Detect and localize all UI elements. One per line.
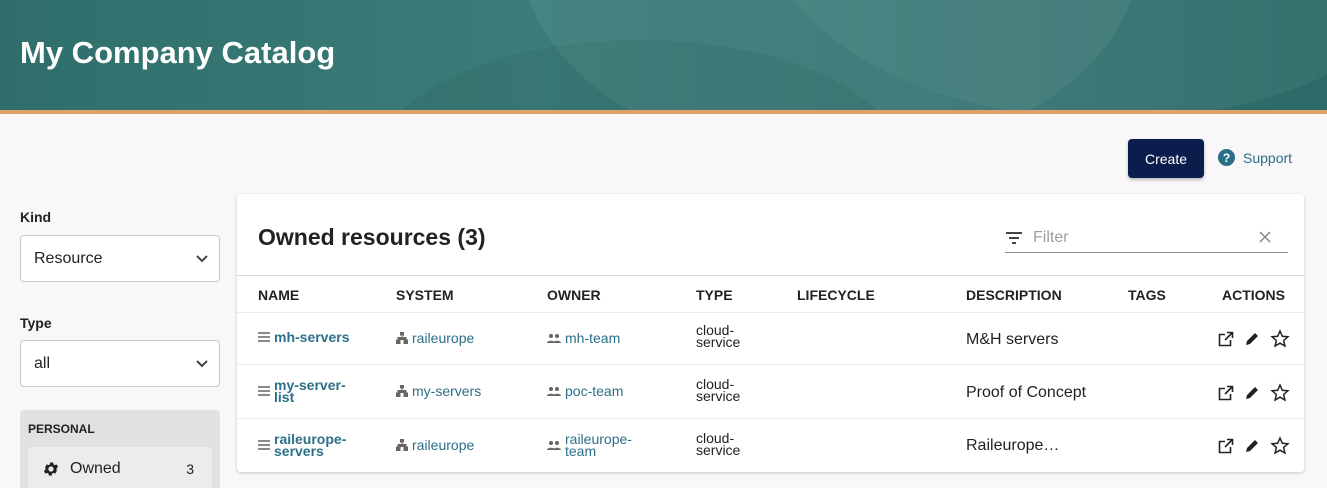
row-actions (1218, 383, 1290, 403)
system-link[interactable]: raileurope (412, 437, 474, 453)
owner-cell[interactable]: mh-team (547, 330, 620, 346)
column-header-owner[interactable]: OWNER (547, 287, 601, 303)
system-cell[interactable]: my-servers (396, 383, 481, 399)
type-text: service (696, 388, 741, 404)
column-header-name[interactable]: NAME (258, 287, 299, 303)
star-outline-icon[interactable] (1270, 383, 1290, 403)
edit-icon[interactable] (1244, 438, 1260, 454)
personal-filter-group: PERSONAL Owned 3 (20, 410, 220, 488)
filter-icon (1006, 231, 1022, 244)
create-button[interactable]: Create (1128, 139, 1204, 178)
edit-icon[interactable] (1244, 331, 1260, 347)
description-cell: M&H servers (966, 331, 1059, 348)
page-title: My Company Catalog (20, 35, 336, 70)
resources-table-card: Owned resources (3) NAME SYSTEM OWNER TY… (237, 194, 1304, 472)
owner-link[interactable]: poc-team (565, 383, 623, 399)
row-divider (237, 312, 1304, 313)
type-cell: cloud- service (696, 323, 741, 350)
type-text: service (696, 334, 741, 350)
column-header-system[interactable]: SYSTEM (396, 287, 454, 303)
table-title: Owned resources (3) (258, 224, 486, 250)
page-header: My Company Catalog (0, 0, 1327, 110)
column-header-actions: ACTIONS (1222, 287, 1285, 303)
header-accent-stripe (0, 110, 1327, 114)
row-divider (237, 364, 1304, 365)
type-text: service (696, 442, 741, 458)
chevron-down-icon (196, 360, 208, 368)
owned-count: 3 (186, 461, 194, 477)
open-in-new-icon[interactable] (1218, 331, 1234, 347)
system-cell[interactable]: raileurope (396, 437, 474, 453)
system-cell[interactable]: raileurope (396, 330, 474, 346)
group-icon (547, 441, 561, 450)
open-in-new-icon[interactable] (1218, 438, 1234, 454)
system-icon (396, 439, 408, 451)
owned-label: Owned (70, 460, 121, 477)
system-icon (396, 385, 408, 397)
list-icon (258, 332, 270, 342)
row-actions (1218, 329, 1290, 349)
group-icon (547, 387, 561, 396)
name-cell[interactable]: my-server- list (258, 378, 346, 404)
owner-link[interactable]: mh-team (565, 330, 620, 346)
name-cell[interactable]: raileurope- servers (258, 432, 346, 458)
kind-select-value: Resource (34, 249, 103, 267)
help-icon: ? (1218, 149, 1235, 166)
support-label: Support (1243, 149, 1293, 166)
filter-field[interactable] (1005, 223, 1288, 253)
owned-filter-item[interactable]: Owned 3 (28, 447, 212, 488)
column-header-type[interactable]: TYPE (696, 287, 733, 303)
edit-icon[interactable] (1244, 385, 1260, 401)
personal-label: PERSONAL (28, 422, 95, 436)
gear-icon (43, 462, 59, 476)
kind-select[interactable]: Resource (20, 235, 220, 282)
type-cell: cloud- service (696, 377, 741, 404)
type-cell: cloud- service (696, 431, 741, 458)
open-in-new-icon[interactable] (1218, 385, 1234, 401)
kind-label: Kind (20, 209, 52, 225)
list-icon (258, 386, 270, 396)
group-icon (547, 334, 561, 343)
header-divider (237, 275, 1304, 276)
system-link[interactable]: raileurope (412, 330, 474, 346)
list-icon (258, 440, 270, 450)
chevron-down-icon (196, 255, 208, 263)
system-link[interactable]: my-servers (412, 383, 481, 399)
description-cell: Proof of Concept (966, 384, 1087, 401)
row-divider (237, 418, 1304, 419)
column-header-lifecycle[interactable]: LIFECYCLE (797, 287, 875, 303)
clear-icon[interactable] (1258, 230, 1272, 244)
filter-input[interactable] (1033, 228, 1233, 247)
column-header-tags[interactable]: TAGS (1128, 287, 1166, 303)
row-actions (1218, 436, 1290, 456)
resource-name-link[interactable]: mh-servers (274, 330, 350, 344)
type-select-value: all (34, 354, 51, 372)
owner-cell[interactable]: raileurope- team (547, 432, 632, 458)
resource-name-link[interactable]: my-server- list (274, 378, 346, 404)
description-cell: Raileurope… (966, 437, 1060, 454)
support-button[interactable]: ? Support (1218, 149, 1292, 166)
name-cell[interactable]: mh-servers (258, 330, 350, 344)
type-label: Type (20, 315, 52, 331)
star-outline-icon[interactable] (1270, 436, 1290, 456)
column-header-description[interactable]: DESCRIPTION (966, 287, 1062, 303)
system-icon (396, 332, 408, 344)
owner-link[interactable]: raileurope- team (565, 432, 632, 458)
star-outline-icon[interactable] (1270, 329, 1290, 349)
type-select[interactable]: all (20, 340, 220, 387)
owner-cell[interactable]: poc-team (547, 383, 623, 399)
resource-name-link[interactable]: raileurope- servers (274, 432, 346, 458)
